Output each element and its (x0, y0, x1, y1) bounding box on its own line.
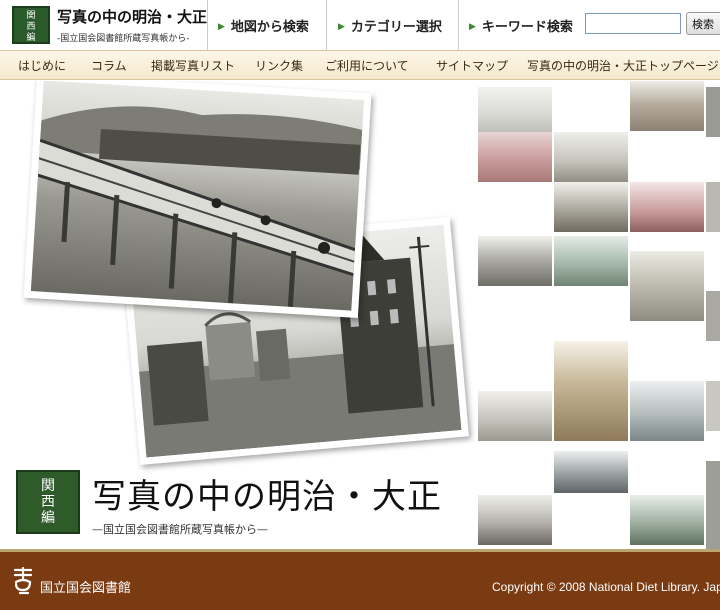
header-divider (207, 0, 208, 50)
main-subtitle: —国立国会図書館所蔵写真帳から— (92, 523, 268, 536)
mosaic-thumbnail[interactable] (554, 132, 628, 182)
nav-item-column[interactable]: コラム (91, 57, 127, 74)
map-search-label: 地図から検索 (230, 20, 309, 35)
mosaic-thumbnail[interactable] (706, 182, 720, 232)
mosaic-thumbnail[interactable] (554, 182, 628, 232)
mosaic-thumbnail[interactable] (478, 495, 552, 545)
mosaic-thumbnail[interactable] (554, 236, 628, 286)
mosaic-thumbnail[interactable] (630, 182, 704, 232)
main-title: 写真の中の明治・大正 (92, 477, 442, 517)
mosaic-thumbnail[interactable] (554, 451, 628, 493)
main-visual: 関西編 写真の中の明治・大正 —国立国会図書館所蔵写真帳から— (0, 81, 720, 549)
site-subtitle: -国立国会図書館所蔵写真帳から- (57, 34, 190, 44)
mosaic-thumbnail[interactable] (706, 87, 720, 137)
mosaic-thumbnail[interactable] (706, 461, 720, 549)
triangle-right-icon: ▶ (338, 22, 345, 32)
bridge-photo-image (30, 81, 365, 311)
nav-item-links[interactable]: リンク集 (255, 57, 303, 74)
nav-item-introduction[interactable]: はじめに (18, 57, 66, 74)
site-logo-badge[interactable]: 関西編 (12, 6, 50, 44)
category-select-label: カテゴリー選択 (350, 20, 442, 35)
mosaic-thumbnail[interactable] (554, 341, 628, 441)
category-select-link[interactable]: ▶ カテゴリー選択 (338, 16, 442, 35)
nav-item-sitemap[interactable]: サイトマップ (436, 57, 508, 74)
mosaic-thumbnail[interactable] (706, 381, 720, 431)
triangle-right-icon: ▶ (218, 22, 225, 32)
mosaic-thumbnail[interactable] (630, 495, 704, 545)
main-nav: はじめに コラム 掲載写真リスト リンク集 ご利用について サイトマップ 写真の… (0, 50, 720, 80)
mosaic-thumbnail[interactable] (706, 291, 720, 341)
mosaic-thumbnail[interactable] (630, 251, 704, 321)
bridge-photo[interactable] (23, 81, 372, 319)
kansai-badge-text: 関西編 (41, 478, 55, 526)
search-button[interactable]: 検索 (686, 12, 720, 35)
copyright-text: Copyright © 2008 National Diet Library. … (492, 580, 720, 594)
header-divider (458, 0, 459, 50)
header-divider (326, 0, 327, 50)
keyword-search-input[interactable] (585, 13, 681, 34)
site-header: 関西編 写真の中の明治・大正 -国立国会図書館所蔵写真帳から- ▶ 地図から検索 … (0, 0, 720, 50)
mosaic-thumbnail[interactable] (478, 87, 552, 137)
mosaic-thumbnail[interactable] (478, 236, 552, 286)
logo-badge-text: 関西編 (26, 11, 36, 43)
keyword-search-link[interactable]: ▶ キーワード検索 (469, 16, 573, 35)
mosaic-thumbnail[interactable] (630, 81, 704, 131)
site-title[interactable]: 写真の中の明治・大正 (57, 6, 207, 27)
nav-item-top-page[interactable]: 写真の中の明治・大正トップページ (527, 57, 719, 74)
nav-item-terms-of-use[interactable]: ご利用について (325, 57, 409, 74)
keyword-search-label: キーワード検索 (481, 20, 573, 35)
mosaic-thumbnail[interactable] (478, 132, 552, 182)
kansai-edition-badge: 関西編 (16, 470, 80, 534)
bridge-scene-graphic (37, 106, 363, 308)
mosaic-thumbnail[interactable] (478, 391, 552, 441)
footer-library-name[interactable]: 国立国会図書館 (40, 577, 131, 596)
site-footer: 国立国会図書館 Copyright © 2008 National Diet L… (0, 549, 720, 610)
triangle-right-icon: ▶ (469, 22, 476, 32)
map-search-link[interactable]: ▶ 地図から検索 (218, 16, 309, 35)
mosaic-thumbnail[interactable] (630, 381, 704, 441)
ndl-logo-icon[interactable] (12, 566, 34, 596)
nav-item-photo-list[interactable]: 掲載写真リスト (151, 57, 235, 74)
